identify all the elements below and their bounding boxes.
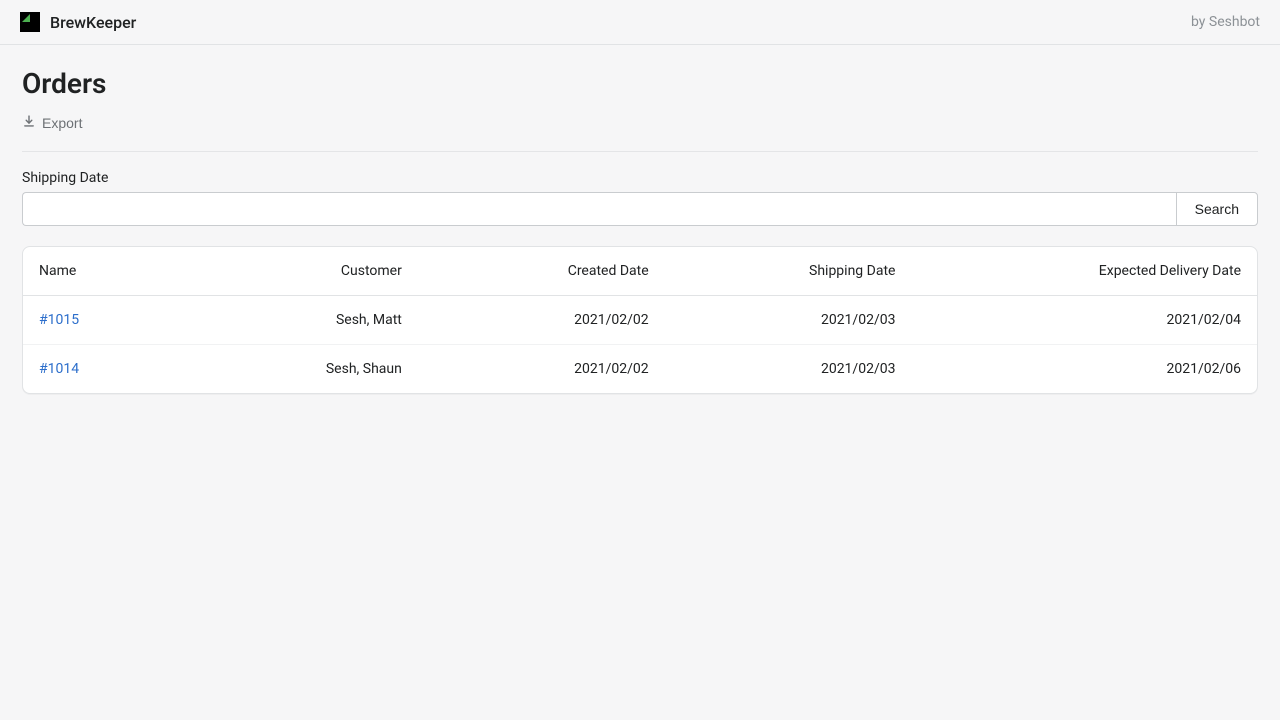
download-icon	[22, 114, 36, 131]
table-header-row: Name Customer Created Date Shipping Date…	[23, 247, 1257, 296]
byline: by Seshbot	[1191, 14, 1260, 30]
col-header-created: Created Date	[418, 247, 665, 296]
col-header-customer: Customer	[245, 247, 418, 296]
brand-logo-icon	[20, 12, 40, 32]
divider	[22, 151, 1258, 152]
order-link[interactable]: #1015	[39, 312, 79, 328]
topbar: BrewKeeper by Seshbot	[0, 0, 1280, 45]
orders-table: Name Customer Created Date Shipping Date…	[23, 247, 1257, 393]
cell-shipping: 2021/02/03	[665, 296, 912, 345]
cell-shipping: 2021/02/03	[665, 345, 912, 394]
col-header-expected: Expected Delivery Date	[911, 247, 1257, 296]
brand-name: BrewKeeper	[50, 13, 136, 32]
export-button[interactable]: Export	[22, 112, 82, 133]
col-header-name: Name	[23, 247, 245, 296]
cell-created: 2021/02/02	[418, 345, 665, 394]
cell-created: 2021/02/02	[418, 296, 665, 345]
table-row: #1015 Sesh, Matt 2021/02/02 2021/02/03 2…	[23, 296, 1257, 345]
cell-expected: 2021/02/04	[911, 296, 1257, 345]
cell-customer: Sesh, Matt	[245, 296, 418, 345]
page-title: Orders	[22, 67, 1258, 100]
export-label: Export	[42, 115, 82, 131]
cell-customer: Sesh, Shaun	[245, 345, 418, 394]
order-link[interactable]: #1014	[39, 361, 79, 377]
search-row: Search	[22, 192, 1258, 226]
table-row: #1014 Sesh, Shaun 2021/02/02 2021/02/03 …	[23, 345, 1257, 394]
cell-expected: 2021/02/06	[911, 345, 1257, 394]
filter-label: Shipping Date	[22, 170, 1258, 186]
shipping-date-input[interactable]	[22, 192, 1176, 226]
page-content: Orders Export Shipping Date Search Name …	[0, 45, 1280, 416]
brand[interactable]: BrewKeeper	[20, 12, 136, 32]
search-button[interactable]: Search	[1176, 192, 1258, 226]
orders-table-card: Name Customer Created Date Shipping Date…	[22, 246, 1258, 394]
col-header-shipping: Shipping Date	[665, 247, 912, 296]
filter-section: Shipping Date Search	[22, 170, 1258, 226]
